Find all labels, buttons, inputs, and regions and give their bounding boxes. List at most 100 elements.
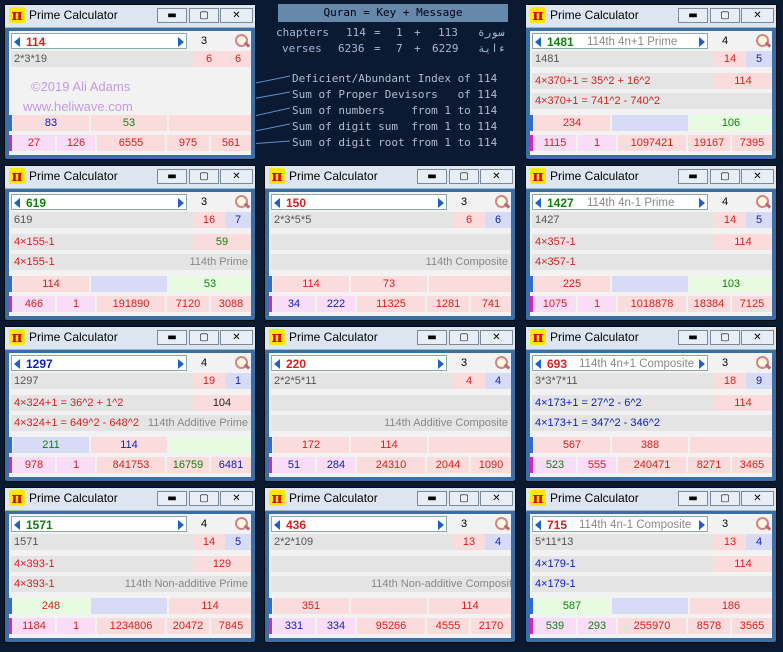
previous-arrow-icon[interactable] (535, 198, 541, 208)
close-button[interactable]: ✕ (741, 330, 774, 345)
title-bar[interactable]: π Prime Calculator ▬ ▢ ✕ (5, 488, 255, 511)
title-bar[interactable]: π Prime Calculator ▬ ▢ ✕ (526, 327, 776, 350)
prime-calculator-window[interactable]: π Prime Calculator ▬ ▢ ✕ 1297 4 1297 19 1 4×324+1 … (4, 326, 256, 482)
minimize-button[interactable]: ▬ (417, 491, 447, 506)
prime-calculator-window[interactable]: π Prime Calculator ▬ ▢ ✕ 150 3 2*3*5*5 6 6 114th C… (264, 165, 516, 321)
maximize-button[interactable]: ▢ (449, 169, 479, 184)
title-bar[interactable]: π Prime Calculator ▬ ▢ ✕ (5, 327, 255, 350)
next-arrow-icon[interactable] (438, 520, 444, 530)
maximize-button[interactable]: ▢ (710, 169, 740, 184)
prime-calculator-window[interactable]: π Prime Calculator ▬ ▢ ✕ 436 3 2*2*109 13 4 114th … (264, 487, 516, 643)
search-icon[interactable] (493, 355, 511, 371)
next-arrow-icon[interactable] (178, 520, 184, 530)
close-button[interactable]: ✕ (741, 491, 774, 506)
number-input[interactable]: 1571 (11, 516, 187, 532)
previous-arrow-icon[interactable] (274, 198, 280, 208)
next-arrow-icon[interactable] (178, 37, 184, 47)
prime-calculator-window[interactable]: π Prime Calculator ▬ ▢ ✕ 1571 4 1571 14 5 4×393-1 1… (4, 487, 256, 643)
next-arrow-icon[interactable] (178, 359, 184, 369)
next-arrow-icon[interactable] (438, 359, 444, 369)
minimize-button[interactable]: ▬ (417, 330, 447, 345)
search-icon[interactable] (493, 516, 511, 532)
minimize-button[interactable]: ▬ (157, 8, 187, 23)
search-icon[interactable] (493, 194, 511, 210)
previous-arrow-icon[interactable] (535, 37, 541, 47)
search-icon[interactable] (754, 516, 772, 532)
previous-arrow-icon[interactable] (274, 520, 280, 530)
minimize-button[interactable]: ▬ (157, 169, 187, 184)
prime-calculator-window[interactable]: π Prime Calculator ▬ ▢ ✕ 715 114th 4n-1 Compos… (525, 487, 777, 643)
search-icon[interactable] (754, 194, 772, 210)
previous-arrow-icon[interactable] (274, 359, 280, 369)
search-icon[interactable] (754, 355, 772, 371)
minimize-button[interactable]: ▬ (678, 8, 708, 23)
close-button[interactable]: ✕ (220, 491, 253, 506)
previous-arrow-icon[interactable] (535, 520, 541, 530)
maximize-button[interactable]: ▢ (189, 8, 219, 23)
close-button[interactable]: ✕ (220, 8, 253, 23)
title-bar[interactable]: π Prime Calculator ▬ ▢ ✕ (265, 166, 515, 189)
minimize-button[interactable]: ▬ (678, 330, 708, 345)
next-arrow-icon[interactable] (178, 198, 184, 208)
website-link[interactable]: www.heliwave.com (23, 99, 133, 114)
close-button[interactable]: ✕ (480, 330, 513, 345)
title-bar[interactable]: π Prime Calculator ▬ ▢ ✕ (265, 488, 515, 511)
prime-calculator-window[interactable]: π Prime Calculator ▬ ▢ ✕ 619 3 619 16 7 4×155-1 59 4… (4, 165, 256, 321)
minimize-button[interactable]: ▬ (678, 169, 708, 184)
title-bar[interactable]: π Prime Calculator ▬ ▢ ✕ (526, 166, 776, 189)
title-bar[interactable]: π Prime Calculator ▬ ▢ ✕ (5, 5, 255, 28)
title-bar[interactable]: π Prime Calculator ▬ ▢ ✕ (5, 166, 255, 189)
title-bar[interactable]: π Prime Calculator ▬ ▢ ✕ (526, 5, 776, 28)
number-input[interactable]: 150 (271, 194, 447, 210)
next-arrow-icon[interactable] (438, 198, 444, 208)
search-icon[interactable] (233, 194, 251, 210)
minimize-button[interactable]: ▬ (157, 330, 187, 345)
minimize-button[interactable]: ▬ (678, 491, 708, 506)
search-icon[interactable] (233, 516, 251, 532)
number-input[interactable]: 1297 (11, 355, 187, 371)
close-button[interactable]: ✕ (480, 169, 513, 184)
title-bar[interactable]: π Prime Calculator ▬ ▢ ✕ (526, 488, 776, 511)
next-arrow-icon[interactable] (699, 359, 705, 369)
prime-calculator-window[interactable]: π Prime Calculator ▬ ▢ ✕ 114 3 2*3*19 6 6 ©2019 Al… (4, 4, 256, 160)
previous-arrow-icon[interactable] (14, 359, 20, 369)
prime-calculator-window[interactable]: π Prime Calculator ▬ ▢ ✕ 693 114th 4n+1 Compos… (525, 326, 777, 482)
minimize-button[interactable]: ▬ (417, 169, 447, 184)
previous-arrow-icon[interactable] (14, 37, 20, 47)
previous-arrow-icon[interactable] (14, 198, 20, 208)
search-icon[interactable] (233, 355, 251, 371)
number-input[interactable]: 114 (11, 33, 187, 49)
prime-calculator-window[interactable]: π Prime Calculator ▬ ▢ ✕ 1481 114th 4n+1 Prime… (525, 4, 777, 160)
maximize-button[interactable]: ▢ (449, 491, 479, 506)
close-button[interactable]: ✕ (741, 169, 774, 184)
maximize-button[interactable]: ▢ (189, 491, 219, 506)
close-button[interactable]: ✕ (220, 169, 253, 184)
maximize-button[interactable]: ▢ (189, 330, 219, 345)
search-icon[interactable] (754, 33, 772, 49)
number-input[interactable]: 1481 114th 4n+1 Prime (532, 33, 708, 49)
maximize-button[interactable]: ▢ (710, 491, 740, 506)
prime-calculator-window[interactable]: π Prime Calculator ▬ ▢ ✕ 1427 114th 4n-1 Prime… (525, 165, 777, 321)
title-bar[interactable]: π Prime Calculator ▬ ▢ ✕ (265, 327, 515, 350)
maximize-button[interactable]: ▢ (710, 330, 740, 345)
minimize-button[interactable]: ▬ (157, 491, 187, 506)
maximize-button[interactable]: ▢ (710, 8, 740, 23)
number-input[interactable]: 436 (271, 516, 447, 532)
next-arrow-icon[interactable] (699, 37, 705, 47)
next-arrow-icon[interactable] (699, 520, 705, 530)
close-button[interactable]: ✕ (220, 330, 253, 345)
number-input[interactable]: 220 (271, 355, 447, 371)
next-arrow-icon[interactable] (699, 198, 705, 208)
number-input[interactable]: 1427 114th 4n-1 Prime (532, 194, 708, 210)
close-button[interactable]: ✕ (480, 491, 513, 506)
previous-arrow-icon[interactable] (535, 359, 541, 369)
maximize-button[interactable]: ▢ (449, 330, 479, 345)
prime-calculator-window[interactable]: π Prime Calculator ▬ ▢ ✕ 220 3 2*2*5*11 4 4 114th … (264, 326, 516, 482)
search-icon[interactable] (233, 33, 251, 49)
previous-arrow-icon[interactable] (14, 520, 20, 530)
number-input[interactable]: 715 114th 4n-1 Composite (532, 516, 708, 532)
number-input[interactable]: 693 114th 4n+1 Composite (532, 355, 708, 371)
maximize-button[interactable]: ▢ (189, 169, 219, 184)
close-button[interactable]: ✕ (741, 8, 774, 23)
number-input[interactable]: 619 (11, 194, 187, 210)
